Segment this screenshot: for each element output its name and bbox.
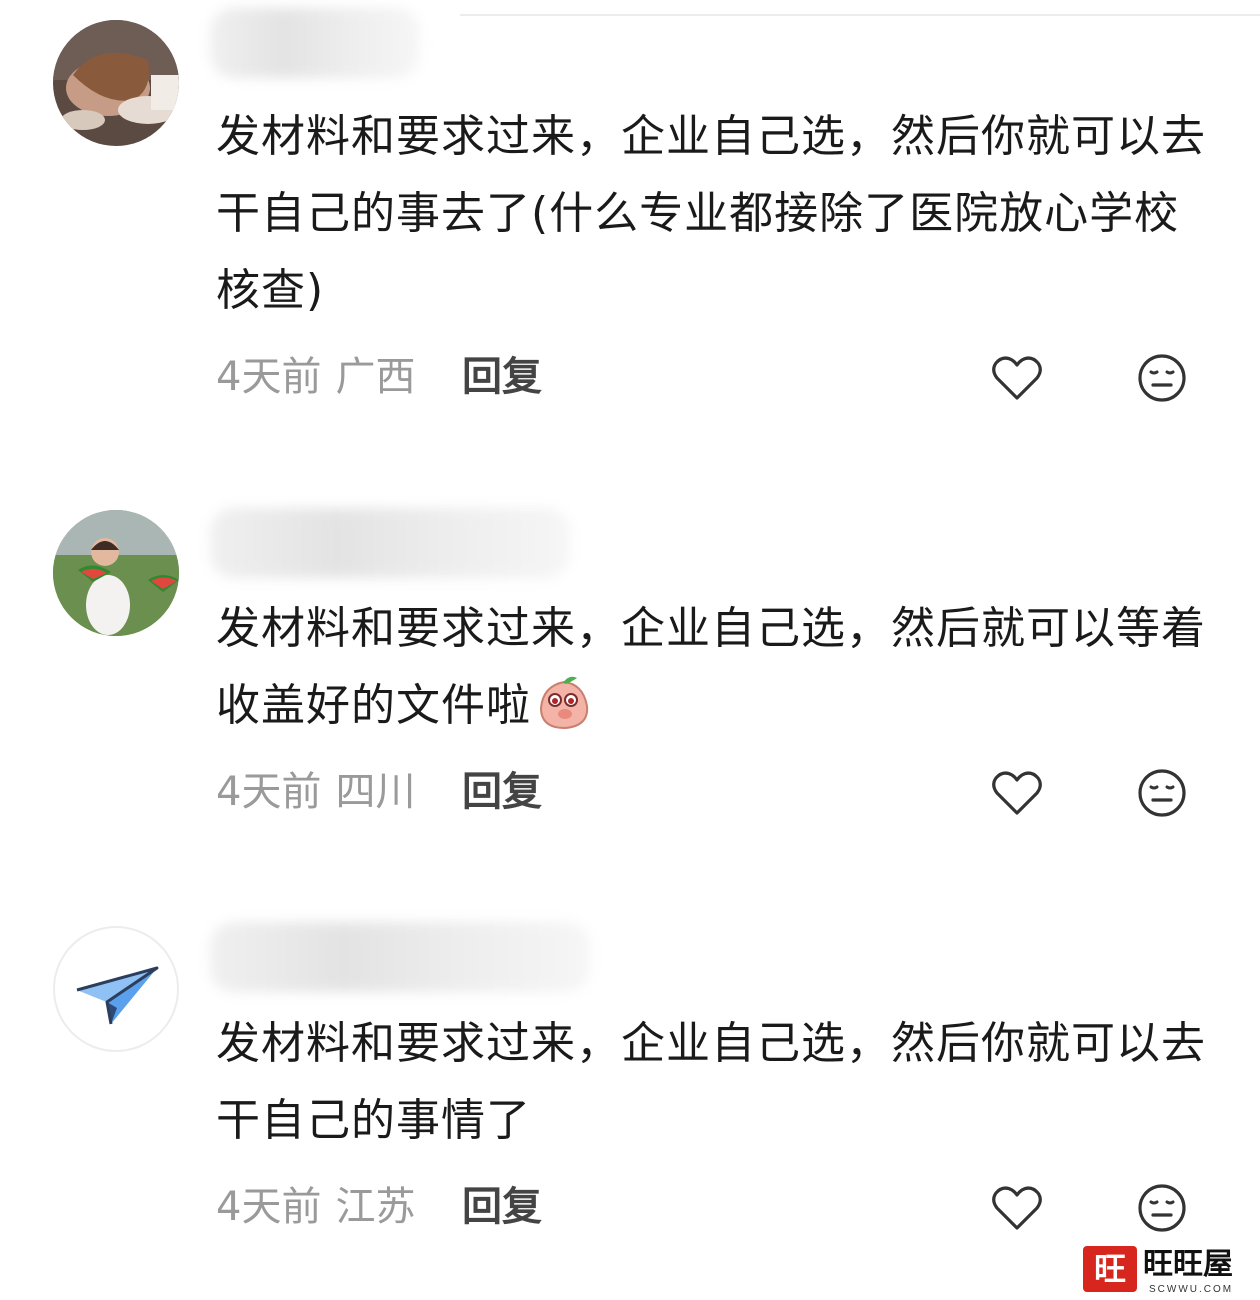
meh-face-icon[interactable] [1136,1182,1188,1234]
username-blurred[interactable] [210,922,590,992]
comment-time: 4天前 [216,1184,322,1230]
paper-plane-icon [76,966,159,1025]
comment-region: 四川 [335,769,416,815]
comment-item: 发材料和要求过来，企业自己选，然后你就可以去干自己的事情了 4天前 江苏 回复 [0,0,1260,1232]
peach-blush-emoji [535,674,593,732]
watermark-site: SCWWU.COM [1149,1284,1234,1295]
reply-button[interactable]: 回复 [462,767,542,817]
comment-text: 发材料和要求过来，企业自己选，然后就可以等着收盖好的文件啦 [216,590,1206,744]
comment-region: 江苏 [335,1184,416,1230]
reply-button[interactable]: 回复 [462,1182,542,1232]
user-avatar[interactable] [53,926,179,1052]
comment-meta: 4天前 四川 [216,767,429,817]
user-avatar[interactable] [53,510,179,636]
watermark-logo: 旺 旺旺屋 SCWWU.COM [1083,1246,1260,1300]
username-blurred[interactable] [210,508,570,578]
avatar-watermelon-kids-image [53,510,179,636]
watermark-name: 旺旺屋 [1143,1247,1233,1282]
heart-outline-icon[interactable] [991,769,1043,817]
heart-outline-icon[interactable] [991,1184,1043,1232]
comment-text-body: 发材料和要求过来，企业自己选，然后就可以等着收盖好的文件啦 [216,603,1206,731]
meh-face-icon[interactable] [1136,767,1188,819]
comment-time: 4天前 [216,769,322,815]
watermark-badge: 旺 [1083,1246,1137,1292]
comment-text: 发材料和要求过来，企业自己选，然后你就可以去干自己的事情了 [216,1018,1206,1146]
comment-meta: 4天前 江苏 [216,1182,429,1232]
